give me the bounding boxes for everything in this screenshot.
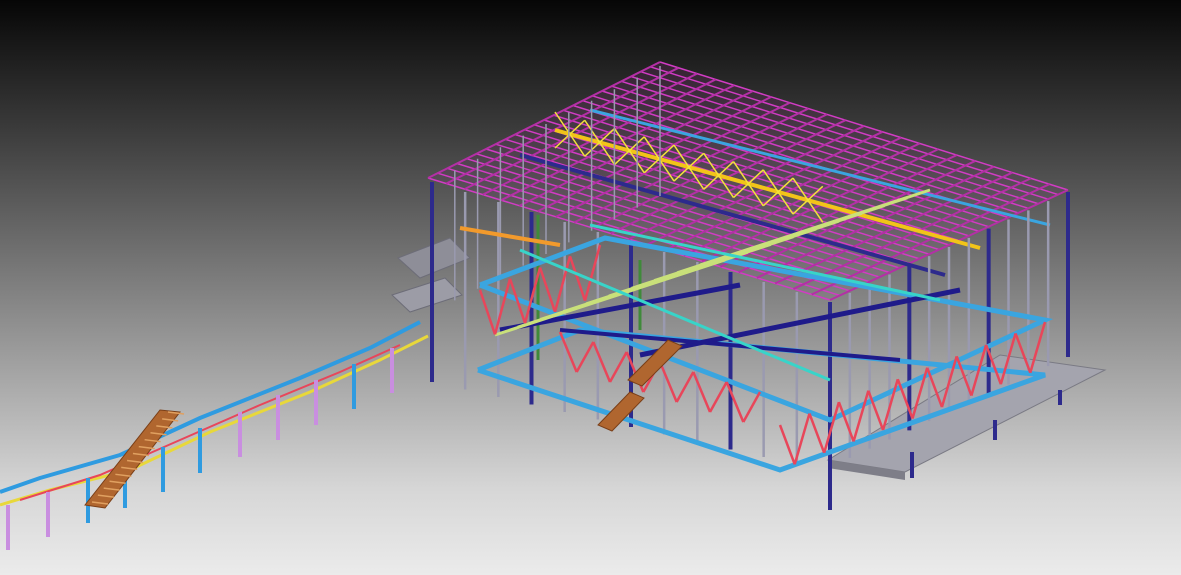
truss-diagonal [568, 255, 587, 302]
model-viewport[interactable] [0, 0, 1181, 575]
structural-model[interactable] [0, 0, 1181, 575]
truss-diagonal [558, 331, 578, 373]
truss-diagonal [692, 371, 712, 413]
walkway-posts [6, 348, 394, 550]
truss-diagonal [608, 351, 628, 383]
truss-diagonal [708, 381, 728, 413]
truss-diagonal [852, 390, 870, 442]
deck-slab-left-lower [391, 277, 463, 313]
truss-diagonal [658, 361, 678, 403]
walkway-rail-mid [19, 344, 401, 501]
truss-diagonal [742, 391, 762, 423]
truss-diagonal [592, 341, 612, 383]
truss-diagonal [778, 424, 796, 465]
truss-diagonal [675, 371, 695, 403]
truss-diagonal [538, 267, 557, 313]
walkway-bridge [0, 320, 429, 550]
floor-girder-navy-2 [639, 287, 961, 358]
truss-diagonal [478, 289, 497, 335]
truss-diagonal [575, 341, 595, 373]
walkway-rail-top [0, 320, 421, 494]
orange-beam [459, 226, 561, 247]
